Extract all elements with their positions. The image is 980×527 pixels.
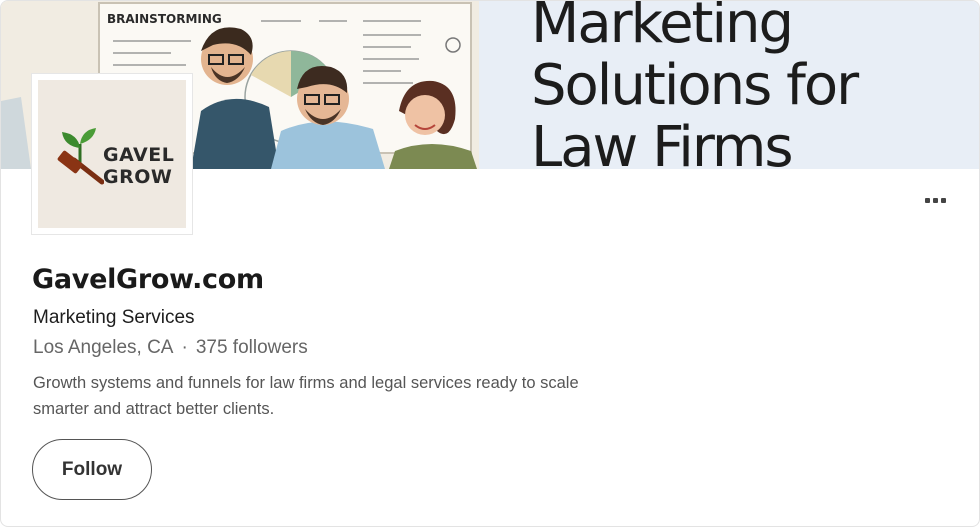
company-industry: Marketing Services (33, 307, 195, 328)
logo-wordmark: GAVEL GROW (103, 144, 174, 188)
banner-headline: Marketing Solutions for Law Firms (531, 1, 859, 170)
gavel-sprout-icon (57, 128, 104, 185)
more-options-button[interactable] (913, 185, 957, 215)
company-profile-card: BRAINSTORMING Marketing Solutions for La… (0, 0, 980, 527)
follower-count[interactable]: 375 followers (196, 337, 308, 358)
dot (932, 197, 938, 203)
meta-separator: · (181, 337, 188, 358)
company-tagline: Growth systems and funnels for law firms… (33, 374, 579, 418)
dot (940, 197, 946, 203)
more-horizontal-icon (924, 197, 946, 203)
company-name: GavelGrow.com (32, 264, 264, 295)
banner-headline-line: Solutions for (531, 53, 859, 118)
banner-headline-line: Marketing (531, 1, 794, 56)
follow-button[interactable]: Follow (32, 439, 152, 500)
dot (924, 197, 930, 203)
company-location: Los Angeles, CA (33, 337, 174, 358)
whiteboard-title: BRAINSTORMING (107, 12, 222, 26)
company-logo[interactable]: GAVEL GROW (32, 74, 192, 234)
logo-line: GROW (103, 166, 173, 188)
logo-line: GAVEL (103, 144, 175, 166)
banner-headline-panel: Marketing Solutions for Law Firms (479, 1, 979, 170)
banner-headline-line: Law Firms (531, 115, 794, 170)
company-meta: Los Angeles, CA · 375 followers (33, 337, 308, 359)
logo-background: GAVEL GROW (38, 80, 186, 228)
